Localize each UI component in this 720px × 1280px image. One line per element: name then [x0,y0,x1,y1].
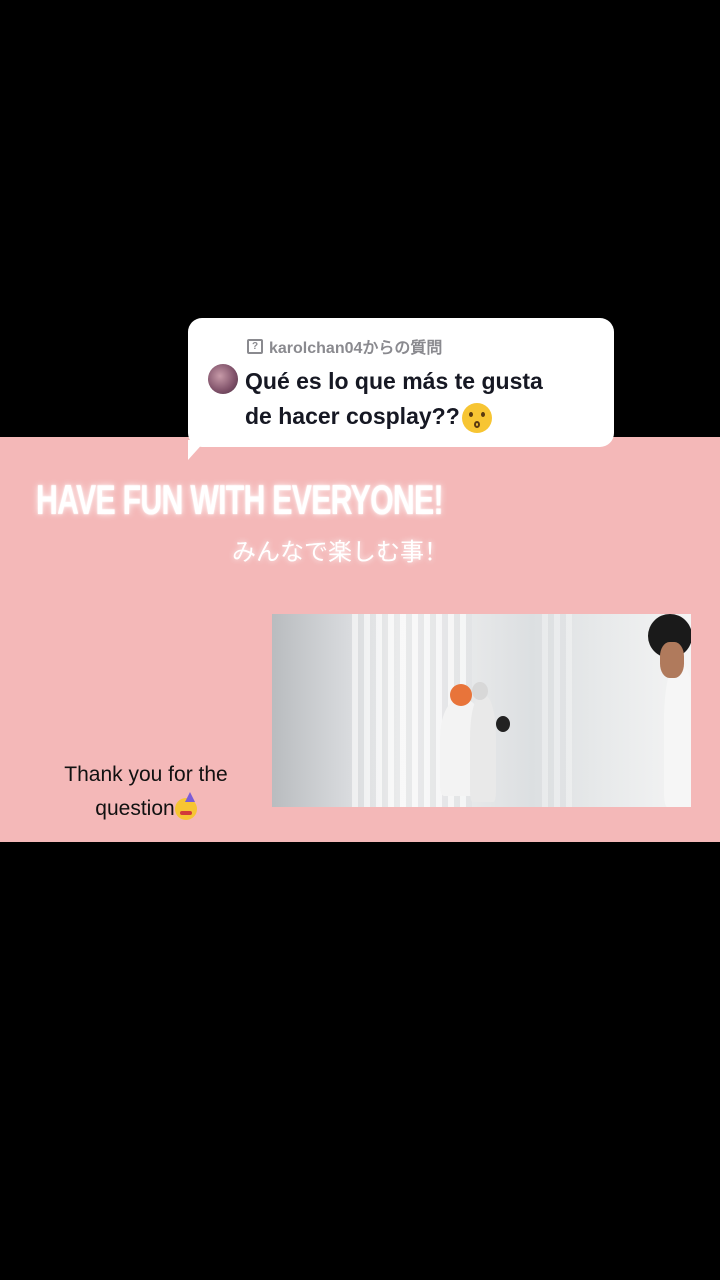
question-line2: de hacer cosplay?? [245,403,460,429]
question-mark-box-icon: ? [247,338,263,354]
subtitle-text: みんなで楽しむ事！ [232,538,448,566]
partying-face-emoji-icon [174,792,197,821]
cosplay-photo [272,614,691,807]
avatar[interactable] [208,364,238,394]
headline-text: HAVE FUN WITH EVERYONE! [36,476,444,523]
question-header-label: karolchan04からの質問 [269,340,443,357]
thanks-line2: question [95,797,175,820]
question-line1: Qué es lo que más te gusta [245,368,543,394]
thanks-caption: Thank you for the question [30,758,262,826]
kissing-face-emoji-icon [461,402,492,433]
question-text: Qué es lo que más te gusta de hacer cosp… [245,364,605,434]
question-header: ? karolchan04からの質問 [247,334,442,358]
bubble-tail [188,440,206,460]
thanks-line1: Thank you for the [64,763,228,786]
